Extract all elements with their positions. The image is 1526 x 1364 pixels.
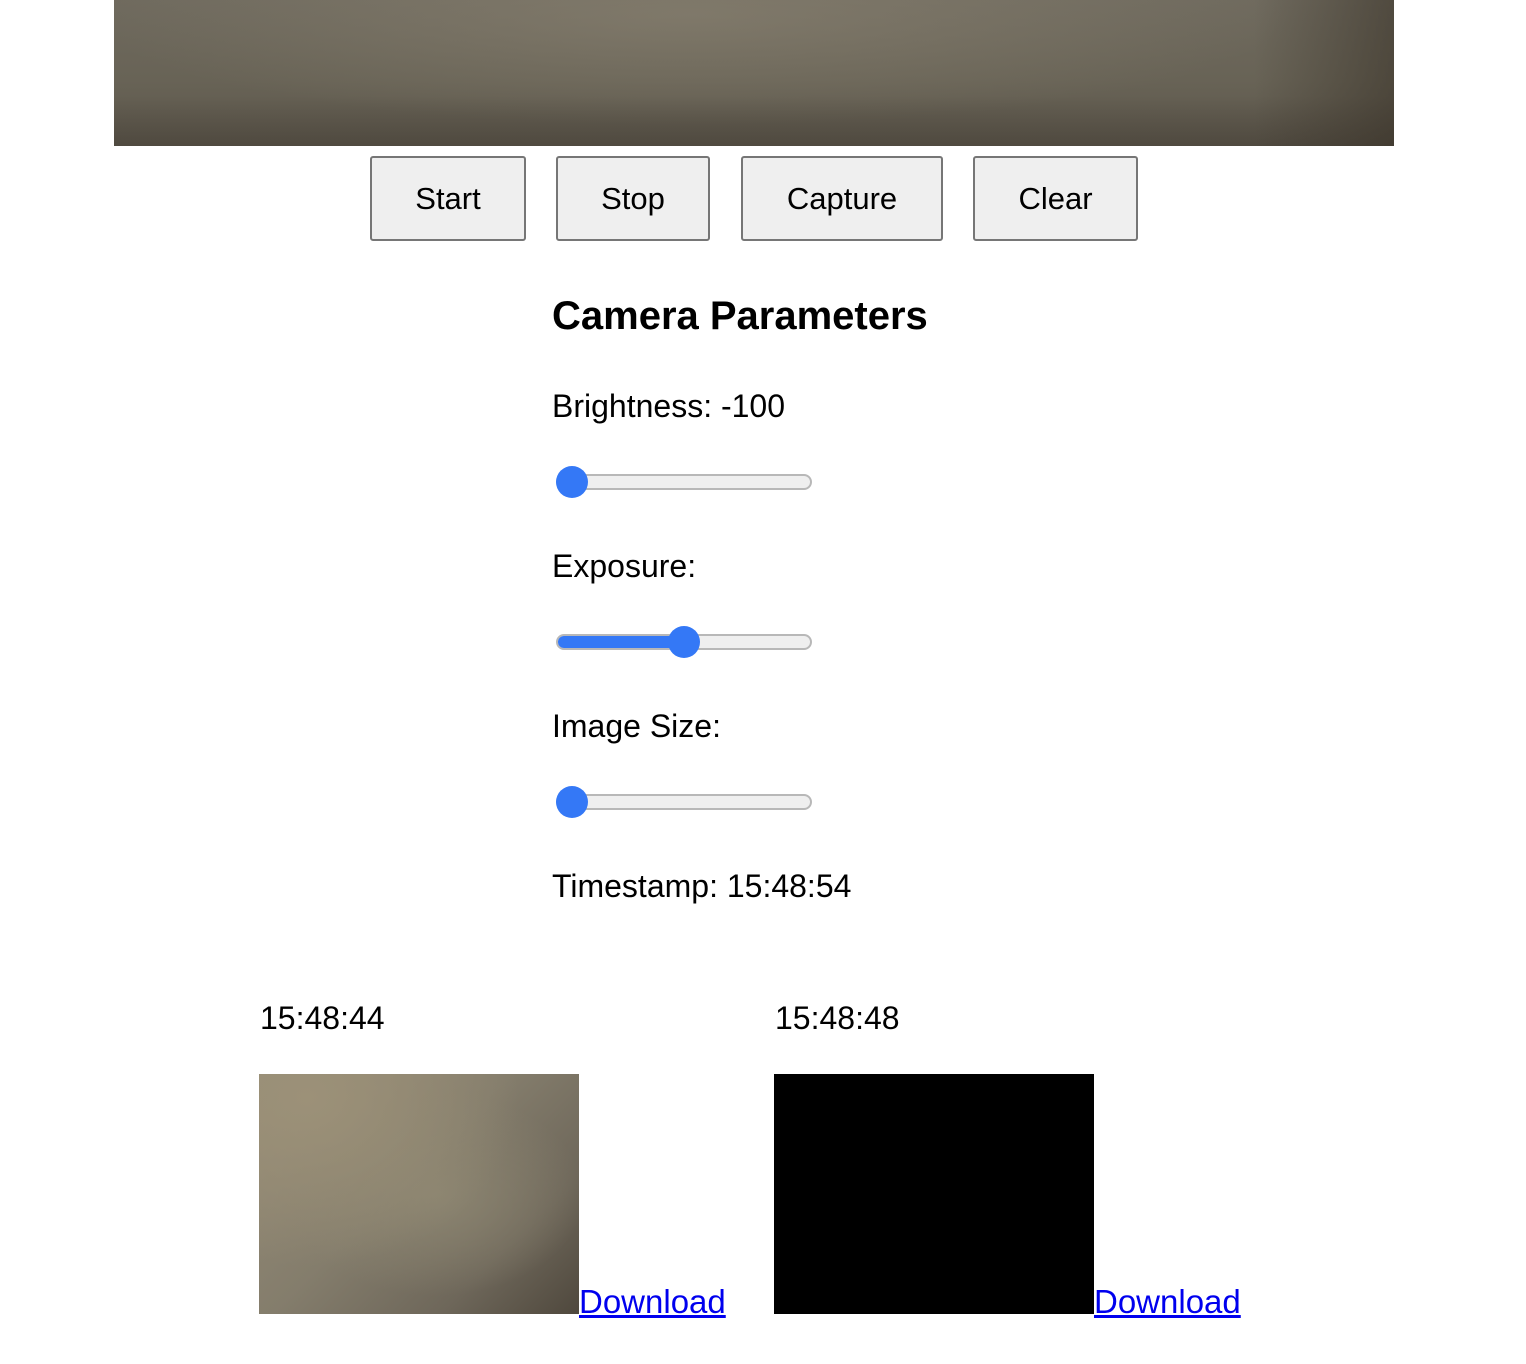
exposure-slider-fill [558, 636, 686, 648]
capture-timestamp: 15:48:44 [260, 1000, 385, 1036]
camera-video-preview [114, 0, 1394, 146]
image-size-slider-thumb[interactable] [556, 786, 588, 818]
capture-button[interactable]: Capture [741, 156, 943, 241]
download-link[interactable]: Download [1094, 1282, 1241, 1322]
image-size-label: Image Size: [552, 708, 721, 744]
capture-timestamp: 15:48:48 [775, 1000, 900, 1036]
stop-button[interactable]: Stop [556, 156, 710, 241]
image-size-slider[interactable] [556, 785, 812, 819]
exposure-label: Exposure: [552, 548, 697, 584]
brightness-slider-track [556, 474, 812, 490]
camera-parameters-heading: Camera Parameters [552, 294, 928, 338]
captured-image [259, 1074, 579, 1314]
captured-image [774, 1074, 1094, 1314]
timestamp-label: Timestamp: 15:48:54 [552, 868, 852, 904]
image-size-slider-track [556, 794, 812, 810]
exposure-slider[interactable] [556, 625, 812, 659]
start-button[interactable]: Start [370, 156, 526, 241]
brightness-slider-thumb[interactable] [556, 466, 588, 498]
brightness-label: Brightness: -100 [552, 388, 786, 424]
clear-button[interactable]: Clear [973, 156, 1138, 241]
brightness-slider[interactable] [556, 465, 812, 499]
download-link[interactable]: Download [579, 1282, 726, 1322]
exposure-slider-thumb[interactable] [668, 626, 700, 658]
